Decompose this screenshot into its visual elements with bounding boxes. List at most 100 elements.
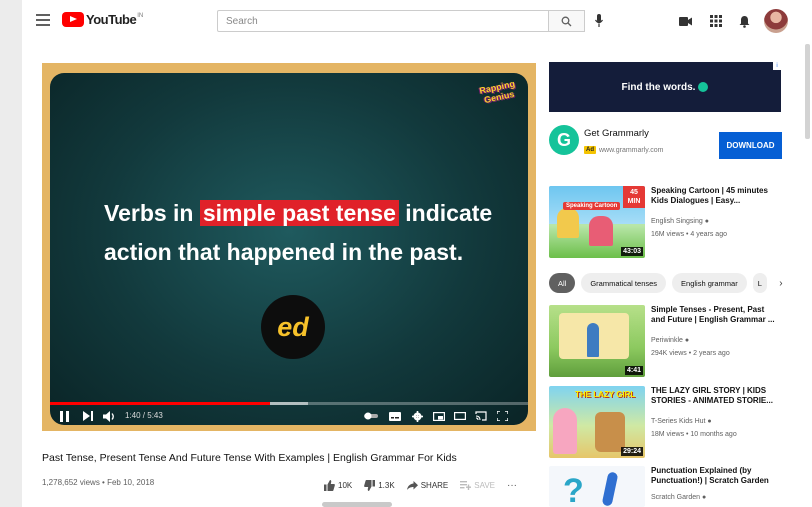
- share-button[interactable]: SHARE: [406, 480, 449, 490]
- next-button[interactable]: [82, 409, 94, 423]
- volume-button[interactable]: [102, 409, 116, 423]
- ad-info-icon[interactable]: i: [773, 62, 781, 70]
- ad-badge: Ad: [584, 146, 596, 154]
- player-controls: 1:40 / 5:43: [50, 407, 528, 425]
- ad-download-button[interactable]: DOWNLOAD: [719, 132, 782, 159]
- recommendation-item[interactable]: 4:41 Simple Tenses - Present, Past and F…: [549, 305, 784, 377]
- logo-country-code: IN: [137, 13, 144, 19]
- youtube-play-icon: [62, 12, 84, 27]
- cast-icon: [475, 411, 487, 421]
- thumbnail-label: Speaking Cartoon: [563, 202, 621, 210]
- microphone-icon[interactable]: [594, 13, 604, 29]
- chip-grammatical-tenses[interactable]: Grammatical tenses: [581, 273, 667, 293]
- video-title: Past Tense, Present Tense And Future Ten…: [42, 452, 457, 464]
- recommendation-title[interactable]: THE LAZY GIRL STORY | KIDS STORIES - ANI…: [651, 386, 779, 406]
- caption-line-2: action that happened in the past.: [104, 239, 464, 265]
- masthead: YouTube IN Search: [22, 0, 812, 42]
- subtitles-icon: [389, 411, 401, 421]
- save-button[interactable]: SAVE: [460, 480, 496, 490]
- thumbnail-character: [557, 208, 579, 238]
- grammarly-logo-icon[interactable]: G: [549, 125, 579, 155]
- autoplay-toggle-icon: [364, 412, 378, 420]
- channel-name: Scratch Garden: [651, 494, 701, 501]
- horizontal-scrollbar[interactable]: [322, 502, 392, 507]
- progress-played: [50, 402, 270, 405]
- skip-next-icon: [83, 411, 93, 421]
- progress-bar[interactable]: [50, 402, 528, 405]
- hamburger-menu-icon[interactable]: [36, 14, 50, 26]
- video-player[interactable]: Rapping Genius Verbs in simple past tens…: [42, 63, 536, 431]
- video-frame: Rapping Genius Verbs in simple past tens…: [50, 73, 528, 425]
- recommendation-channel[interactable]: English Singsing ●: [651, 218, 709, 225]
- save-playlist-icon: [460, 480, 472, 490]
- recommendation-title[interactable]: Punctuation Explained (by Punctuation!) …: [651, 466, 779, 486]
- recommendation-item[interactable]: THE LAZY GIRL 29:24 THE LAZY GIRL STORY …: [549, 386, 784, 458]
- chevron-right-icon[interactable]: ›: [772, 274, 789, 292]
- thumbnail-character: [553, 408, 577, 454]
- caption-text-after: indicate: [398, 200, 493, 226]
- recommendation-thumbnail[interactable]: 4:41: [549, 305, 645, 377]
- recommendation-item[interactable]: Speaking Cartoon 45 MIN 43:03 Speaking C…: [549, 186, 784, 261]
- recommendation-thumbnail[interactable]: Speaking Cartoon 45 MIN 43:03: [549, 186, 645, 258]
- cast-button[interactable]: [475, 409, 487, 423]
- search-input[interactable]: Search: [217, 10, 549, 32]
- exclamation-icon: [601, 471, 619, 507]
- like-button[interactable]: 10K: [324, 479, 353, 491]
- more-actions-icon[interactable]: ···: [507, 480, 517, 491]
- question-mark-icon: ?: [563, 472, 584, 507]
- chip-all[interactable]: All: [549, 273, 576, 293]
- fullscreen-button[interactable]: [496, 409, 508, 423]
- notifications-bell-icon[interactable]: [736, 13, 752, 29]
- like-count: 10K: [338, 480, 353, 490]
- search-button[interactable]: [549, 10, 585, 32]
- share-label: SHARE: [420, 480, 449, 490]
- recommendation-thumbnail[interactable]: ?: [549, 466, 645, 507]
- ed-suffix-badge: ed: [261, 295, 325, 359]
- dislike-button[interactable]: 1.3K: [364, 479, 395, 491]
- share-arrow-icon: [406, 480, 418, 490]
- miniplayer-button[interactable]: [433, 409, 445, 423]
- thumbs-down-icon: [364, 479, 376, 491]
- theater-mode-button[interactable]: [454, 409, 466, 423]
- channel-name: English Singsing: [651, 218, 703, 225]
- recommendation-item[interactable]: ? Punctuation Explained (by Punctuation!…: [549, 466, 784, 507]
- apps-grid-icon[interactable]: [708, 13, 724, 29]
- chip-partial[interactable]: L: [752, 273, 767, 293]
- pause-button[interactable]: [58, 409, 70, 423]
- volume-icon: [102, 410, 114, 422]
- thumbnail-minutes-badge: 45 MIN: [623, 186, 645, 208]
- video-duration: 4:41: [624, 366, 643, 375]
- settings-button[interactable]: [411, 409, 423, 423]
- recommendation-channel[interactable]: T-Series Kids Hut ●: [651, 418, 712, 425]
- logo-text: YouTube: [86, 12, 137, 27]
- subtitles-button[interactable]: [389, 409, 401, 423]
- video-actions: 10K 1.3K SHARE SAVE ···: [324, 478, 517, 492]
- ad-banner[interactable]: Find the words.: [549, 62, 781, 112]
- time-display: 1:40 / 5:43: [125, 411, 163, 420]
- recommendation-channel[interactable]: Periwinkle ●: [651, 337, 689, 344]
- ad-title[interactable]: Get Grammarly: [584, 128, 649, 139]
- theater-mode-icon: [454, 412, 466, 420]
- autoplay-toggle[interactable]: [364, 409, 378, 423]
- search-icon: [561, 16, 572, 26]
- caption-text-before: Verbs in: [104, 200, 200, 226]
- page-scrollbar[interactable]: [805, 44, 810, 139]
- recommendation-title[interactable]: Simple Tenses - Present, Past and Future…: [651, 305, 779, 325]
- ad-url: www.grammarly.com: [599, 146, 664, 154]
- channel-name: Periwinkle: [651, 337, 683, 344]
- youtube-logo[interactable]: YouTube IN: [62, 12, 143, 30]
- verified-check-icon: ●: [684, 337, 690, 344]
- progress-buffered: [269, 402, 309, 405]
- youtube-window: YouTube IN Search Rapping Genius Verbs i…: [22, 0, 812, 507]
- create-video-icon[interactable]: [678, 13, 694, 29]
- recommendation-meta: 294K views • 2 years ago: [651, 350, 730, 357]
- account-avatar[interactable]: [764, 9, 788, 33]
- chip-english-grammar[interactable]: English grammar: [672, 273, 747, 293]
- recommendation-title[interactable]: Speaking Cartoon | 45 minutes Kids Dialo…: [651, 186, 779, 206]
- thumbs-up-icon: [324, 479, 335, 491]
- save-label: SAVE: [474, 480, 496, 490]
- pause-icon: [59, 410, 69, 422]
- recommendation-thumbnail[interactable]: THE LAZY GIRL 29:24: [549, 386, 645, 458]
- recommendation-meta: 16M views • 4 years ago: [651, 231, 727, 238]
- recommendation-channel[interactable]: Scratch Garden ●: [651, 494, 706, 501]
